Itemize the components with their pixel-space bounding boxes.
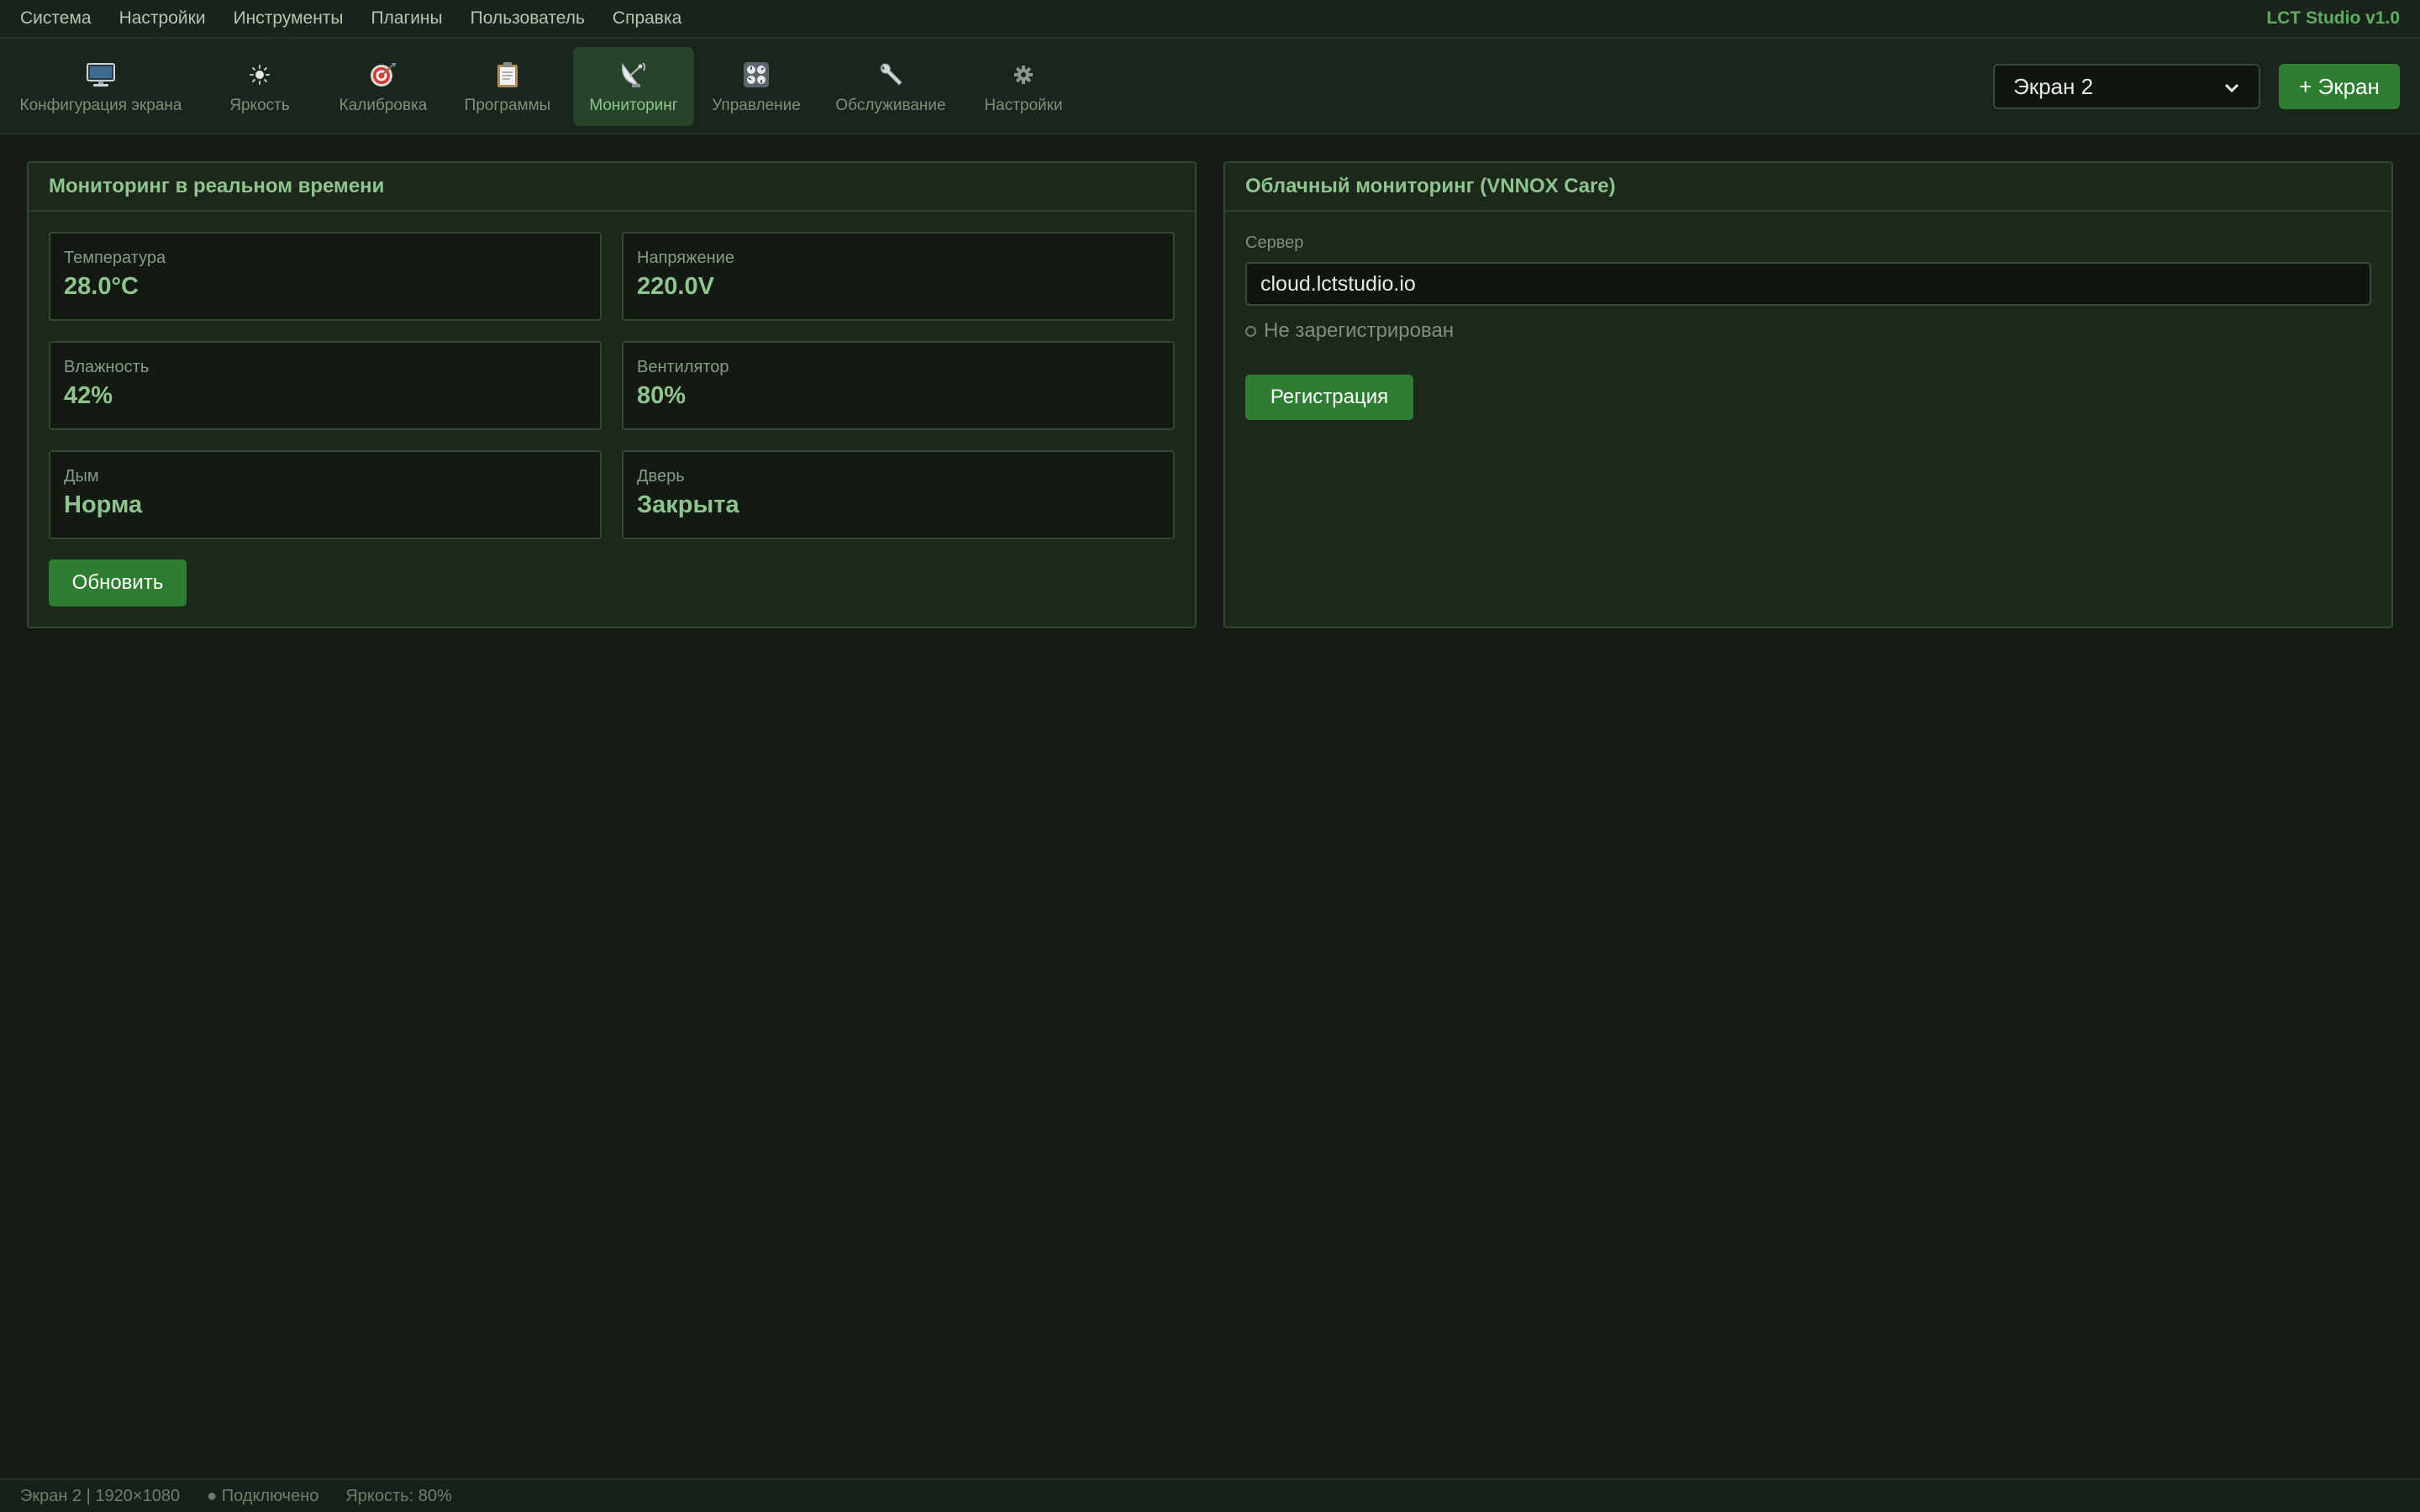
door-card: Дверь Закрыта: [622, 450, 1175, 539]
toolbar: Конфигурация экрана Яркость Калибровка П…: [0, 39, 2420, 134]
tool-label: Управление: [712, 97, 801, 114]
add-screen-button[interactable]: + Экран: [2279, 64, 2400, 109]
card-value: Норма: [64, 491, 143, 518]
clipboard-icon: [496, 58, 519, 92]
card-value: 42%: [64, 382, 113, 409]
menu-bar: Система Настройки Инструменты Плагины По…: [0, 0, 2420, 39]
registration-status: Не зарегистрирован: [1245, 319, 1454, 343]
server-input[interactable]: [1245, 262, 2371, 306]
satellite-dish-icon: [618, 58, 650, 92]
sun-icon: [249, 58, 271, 92]
server-label: Сервер: [1245, 234, 1304, 252]
status-bar: Экран 2 | 1920×1080 ● Подключено Яркость…: [0, 1478, 2420, 1512]
card-label: Дверь: [637, 467, 685, 486]
tool-label: Программы: [464, 97, 551, 114]
card-value: 28.0°C: [64, 273, 139, 300]
card-label: Влажность: [64, 358, 150, 376]
card-value: 220.0V: [637, 273, 714, 300]
menu-help[interactable]: Справка: [613, 8, 681, 29]
realtime-monitoring-panel: Мониторинг в реальном времени Температур…: [27, 161, 1197, 628]
screen-select[interactable]: Экран 2: [1993, 64, 2260, 109]
tool-monitoring[interactable]: Мониторинг: [573, 47, 694, 126]
menu-user[interactable]: Пользователь: [471, 8, 585, 29]
humidity-card: Влажность 42%: [49, 341, 602, 430]
panel-title: Облачный мониторинг (VNNOX Care): [1225, 163, 2391, 212]
tool-label: Яркость: [229, 97, 290, 114]
cloud-monitoring-panel: Облачный мониторинг (VNNOX Care) Сервер …: [1223, 161, 2393, 628]
status-dot-icon: [1245, 325, 1256, 337]
tool-label: Настройки: [984, 97, 1063, 114]
app-title: LCT Studio v1.0: [2266, 8, 2400, 28]
tool-settings[interactable]: Настройки: [975, 47, 1072, 126]
tool-control[interactable]: Управление: [708, 47, 805, 126]
tool-programs[interactable]: Программы: [457, 47, 558, 126]
tool-label: Конфигурация экрана: [19, 97, 182, 114]
tool-label: Обслуживание: [835, 97, 946, 114]
card-label: Вентилятор: [637, 358, 729, 376]
voltage-card: Напряжение 220.0V: [622, 232, 1175, 321]
tool-label: Калибровка: [339, 97, 428, 114]
tool-maintenance[interactable]: Обслуживание: [829, 47, 953, 126]
status-connection: ● Подключено: [207, 1486, 319, 1505]
smoke-card: Дым Норма: [49, 450, 602, 539]
card-label: Напряжение: [637, 249, 734, 267]
status-brightness: Яркость: 80%: [345, 1486, 452, 1505]
tool-screen-config[interactable]: Конфигурация экрана: [12, 47, 190, 126]
menu-settings[interactable]: Настройки: [119, 8, 206, 29]
panel-title: Мониторинг в реальном времени: [29, 163, 1195, 212]
target-icon: [369, 58, 397, 92]
card-label: Температура: [64, 249, 166, 267]
tool-brightness[interactable]: Яркость: [213, 47, 306, 126]
card-label: Дым: [64, 467, 99, 486]
card-value: Закрыта: [637, 491, 739, 518]
chevron-down-icon: [2223, 74, 2240, 100]
menu-tools[interactable]: Инструменты: [234, 8, 344, 29]
screen-select-value: Экран 2: [2013, 73, 2094, 99]
temperature-card: Температура 28.0°C: [49, 232, 602, 321]
registration-status-text: Не зарегистрирован: [1264, 319, 1455, 342]
status-screen: Экран 2 | 1920×1080: [20, 1486, 181, 1505]
tool-label: Мониторинг: [589, 97, 678, 114]
tool-calibration[interactable]: Калибровка: [333, 47, 434, 126]
menu-plugins[interactable]: Плагины: [371, 8, 443, 29]
menu-system[interactable]: Система: [20, 8, 92, 29]
register-button[interactable]: Регистрация: [1245, 375, 1413, 420]
gear-icon: [1013, 58, 1034, 92]
monitor-icon: [86, 58, 116, 92]
card-value: 80%: [637, 382, 687, 409]
fan-card: Вентилятор 80%: [622, 341, 1175, 430]
control-knobs-icon: [743, 58, 770, 92]
refresh-button[interactable]: Обновить: [49, 559, 187, 606]
wrench-icon: [877, 58, 904, 92]
